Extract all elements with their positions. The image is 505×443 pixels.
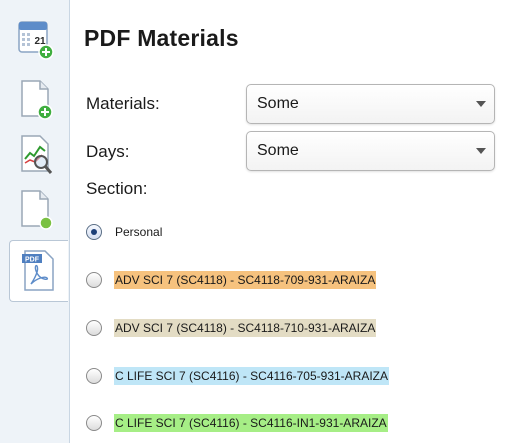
section-option-4[interactable]: C LIFE SCI 7 (SC4116) - SC4116-IN1-931-A… (86, 412, 388, 434)
section-option-1[interactable]: ADV SCI 7 (SC4118) - SC4118-709-931-ARAI… (86, 269, 377, 291)
section-option-personal[interactable]: Personal (86, 221, 163, 243)
days-select[interactable]: Some (246, 131, 495, 171)
section-option-3[interactable]: C LIFE SCI 7 (SC4116) - SC4116-705-931-A… (86, 365, 389, 387)
pdf-icon: PDF (22, 250, 54, 291)
sidebar-item-calendar[interactable]: 21 (14, 16, 58, 64)
sidebar-item-reports[interactable] (14, 131, 58, 179)
materials-select[interactable]: Some (246, 84, 495, 124)
page-title: PDF Materials (84, 25, 239, 51)
section-option-label: Personal (115, 225, 163, 239)
section-option-label: ADV SCI 7 (SC4118) - SC4118-710-931-ARAI… (114, 319, 377, 337)
sidebar-item-pdf[interactable]: PDF (9, 240, 68, 302)
radio-button[interactable] (86, 320, 102, 336)
days-label: Days: (86, 142, 130, 161)
materials-label: Materials: (86, 94, 160, 113)
materials-select-value: Some (257, 95, 299, 112)
section-label: Section: (86, 179, 148, 198)
section-option-label: ADV SCI 7 (SC4118) - SC4118-709-931-ARAI… (114, 271, 377, 289)
section-option-label: C LIFE SCI 7 (SC4116) - SC4116-IN1-931-A… (114, 414, 388, 432)
document-status-icon (21, 190, 53, 230)
radio-button[interactable] (86, 415, 102, 431)
chart-search-icon (21, 135, 53, 174)
document-add-icon (21, 80, 53, 120)
calendar-add-icon: 21 (18, 21, 54, 60)
sidebar: 21 PDF (0, 0, 70, 443)
chevron-down-icon (476, 101, 486, 107)
sidebar-item-document-status[interactable] (14, 186, 58, 234)
days-select-value: Some (257, 142, 299, 159)
pdf-badge: PDF (25, 257, 40, 264)
sidebar-item-new-document[interactable] (14, 76, 58, 124)
radio-button[interactable] (86, 272, 102, 288)
radio-button[interactable] (86, 224, 102, 240)
radio-button[interactable] (86, 368, 102, 384)
section-option-label: C LIFE SCI 7 (SC4116) - SC4116-705-931-A… (114, 367, 389, 385)
section-option-2[interactable]: ADV SCI 7 (SC4118) - SC4118-710-931-ARAI… (86, 317, 377, 339)
chevron-down-icon (476, 148, 486, 154)
